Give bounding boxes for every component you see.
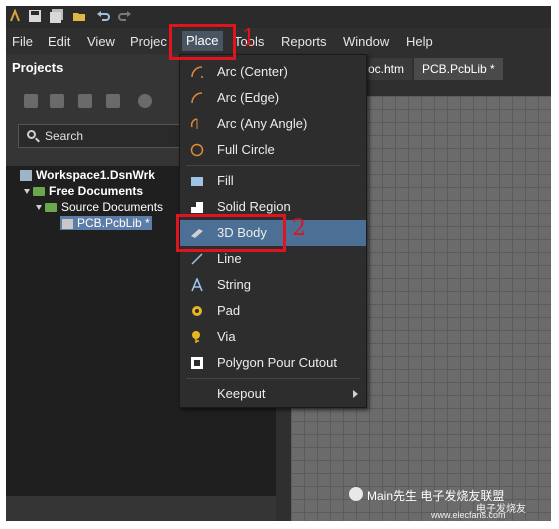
tree-item-pcblib[interactable]: PCB.PcbLib * xyxy=(60,216,152,230)
menu-item-full-circle[interactable]: Full Circle xyxy=(180,137,366,163)
menu-help[interactable]: Help xyxy=(406,34,433,49)
annotation-box-place xyxy=(169,24,236,60)
panel-title: Projects xyxy=(12,60,64,75)
menu-item-label: Fill xyxy=(217,173,234,188)
menu-item-polygon-pour-cutout[interactable]: Polygon Pour Cutout xyxy=(180,350,366,376)
solid-region-icon xyxy=(191,202,203,213)
menu-view[interactable]: View xyxy=(87,34,115,49)
menu-item-label: Line xyxy=(217,251,242,266)
expand-icon[interactable] xyxy=(36,205,42,211)
via-icon xyxy=(192,331,200,343)
remove-document-icon[interactable] xyxy=(106,94,120,108)
menu-item-label: Full Circle xyxy=(217,142,275,157)
workspace-icon xyxy=(20,170,32,182)
fill-icon xyxy=(191,177,203,186)
save-icon[interactable] xyxy=(28,9,42,23)
menu-item-label: Via xyxy=(217,329,236,344)
arc-edge-icon xyxy=(191,92,203,104)
menu-separator xyxy=(186,378,360,379)
open-folder-icon[interactable] xyxy=(72,9,86,23)
menu-item-label: Arc (Edge) xyxy=(217,90,280,105)
menu-item-arc-center[interactable]: Arc (Center) xyxy=(180,59,366,85)
tab-pcblib[interactable]: PCB.PcbLib * xyxy=(414,58,503,80)
menu-project[interactable]: Projec xyxy=(130,34,167,49)
tree-item-workspace[interactable]: Workspace1.DsnWrk xyxy=(20,168,155,182)
free-documents-label: Free Documents xyxy=(49,184,144,198)
tree-item-free-documents[interactable]: Free Documents xyxy=(24,184,143,198)
menu-bar: File Edit View Projec Place Tools Report… xyxy=(6,28,551,54)
expand-icon[interactable] xyxy=(24,189,30,195)
menu-item-string[interactable]: String xyxy=(180,272,366,298)
search-placeholder: Search xyxy=(45,129,84,143)
quick-access-toolbar xyxy=(6,6,551,28)
menu-item-fill[interactable]: Fill xyxy=(180,168,366,194)
workspace-label: Workspace1.DsnWrk xyxy=(36,168,155,182)
tree-item-source-documents[interactable]: Source Documents xyxy=(36,200,163,214)
menu-item-label: Solid Region xyxy=(217,199,291,214)
watermark-brand: 电子发烧友 xyxy=(476,504,526,515)
string-icon xyxy=(191,278,203,292)
menu-item-keepout[interactable]: Keepout xyxy=(180,381,366,407)
save-all-icon[interactable] xyxy=(50,9,64,23)
polygon-pour-cutout-icon xyxy=(191,357,203,369)
full-circle-icon xyxy=(190,143,204,157)
line-icon xyxy=(191,253,203,265)
copy-icon[interactable] xyxy=(50,94,64,108)
pcblib-label: PCB.PcbLib * xyxy=(77,216,150,230)
source-documents-label: Source Documents xyxy=(61,200,164,214)
menu-item-pad[interactable]: Pad xyxy=(180,298,366,324)
menu-window[interactable]: Window xyxy=(343,34,389,49)
menu-item-label: Pad xyxy=(217,303,241,318)
menu-item-arc-any-angle[interactable]: Arc (Any Angle) xyxy=(180,111,366,137)
tab-doc-htm[interactable]: oc.htm xyxy=(360,58,413,80)
folder-icon xyxy=(33,187,45,197)
menu-reports[interactable]: Reports xyxy=(281,34,327,49)
menu-separator xyxy=(186,165,360,166)
undo-icon[interactable] xyxy=(96,9,110,23)
folder-icon xyxy=(45,203,57,213)
menu-item-label: Arc (Any Angle) xyxy=(217,116,308,131)
app-logo-icon xyxy=(10,9,20,22)
arc-any-angle-icon xyxy=(190,118,198,129)
app-window: File Edit View Projec Place Tools Report… xyxy=(6,6,551,521)
menu-item-arc-edge[interactable]: Arc (Edge) xyxy=(180,85,366,111)
menu-item-via[interactable]: Via xyxy=(180,324,366,350)
add-document-icon[interactable] xyxy=(78,94,92,108)
redo-icon[interactable] xyxy=(118,9,132,23)
menu-item-label: Arc (Center) xyxy=(217,64,288,79)
menu-item-label: String xyxy=(217,277,251,292)
annotation-number-2: 2 xyxy=(292,216,306,241)
pad-icon xyxy=(192,306,202,316)
menu-file[interactable]: File xyxy=(12,34,33,49)
gear-icon[interactable] xyxy=(138,94,152,108)
submenu-arrow-icon xyxy=(353,390,358,398)
arc-center-icon xyxy=(191,66,203,78)
menu-item-label: Polygon Pour Cutout xyxy=(217,355,337,370)
annotation-number-1: 1 xyxy=(242,26,256,51)
pcblib-file-icon xyxy=(62,218,73,229)
search-icon xyxy=(27,130,36,139)
menu-edit[interactable]: Edit xyxy=(48,34,70,49)
menu-item-label: Keepout xyxy=(217,386,266,401)
save-project-icon[interactable] xyxy=(24,94,38,108)
wechat-logo-icon xyxy=(349,487,363,501)
annotation-box-3d-body xyxy=(176,214,286,252)
